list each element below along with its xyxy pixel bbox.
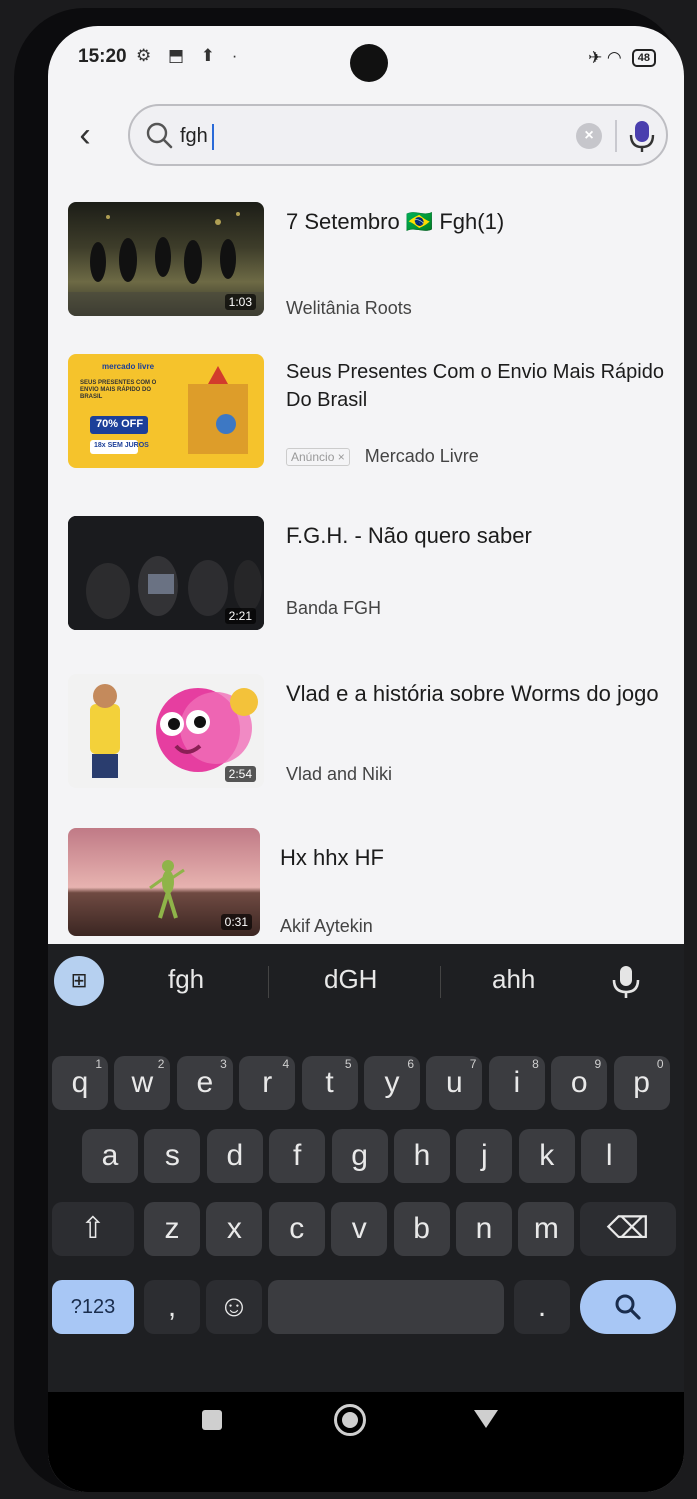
key-hint: 7 — [469, 1057, 477, 1071]
search-submit-key[interactable] — [580, 1280, 676, 1334]
key-m[interactable]: m — [518, 1202, 575, 1256]
recent-apps-icon[interactable] — [202, 1410, 222, 1430]
video-title[interactable]: Hx hhx HF — [280, 842, 660, 873]
channel-name[interactable]: Vlad and Niki — [286, 764, 392, 785]
notification-icons: ⚙ ⬒ ⬆ · — [136, 46, 244, 65]
ad-badge[interactable]: Anúncio × — [286, 448, 350, 467]
channel-name[interactable]: Akif Aytekin — [280, 916, 373, 937]
key-p[interactable]: p0 — [613, 1056, 670, 1110]
search-input[interactable] — [180, 120, 570, 152]
status-time: 15:20 — [78, 46, 127, 67]
key-d[interactable]: d — [206, 1129, 263, 1183]
key-w[interactable]: w2 — [114, 1056, 171, 1110]
emoji-icon[interactable]: ☺ — [206, 1280, 262, 1334]
key-n[interactable]: n — [456, 1202, 512, 1256]
ad-headline: SEUS PRESENTES COM O ENVIO MAIS RÁPIDO D… — [80, 380, 157, 400]
key-hint: 8 — [532, 1057, 539, 1071]
voice-search-icon[interactable] — [626, 118, 658, 154]
battery-icon: 48 — [631, 49, 656, 67]
key-j[interactable]: j — [456, 1129, 513, 1183]
search-icon — [146, 122, 173, 149]
clear-icon[interactable]: × — [576, 123, 602, 149]
key-h[interactable]: h — [394, 1129, 450, 1183]
ad-installments: 18x SEM JUROS — [94, 442, 149, 449]
key-q[interactable]: q1 — [52, 1056, 108, 1110]
status-right: ✈ ◠ 48 — [588, 48, 656, 68]
back-triangle-icon[interactable] — [474, 1410, 498, 1428]
ad-brand: mercado livre — [102, 362, 155, 371]
video-duration: 2:54 — [224, 766, 256, 782]
key-c[interactable]: c — [268, 1202, 325, 1256]
key-i[interactable]: i8 — [488, 1056, 545, 1110]
video-title[interactable]: F.G.H. - Não quero saber — [286, 520, 666, 551]
result-item[interactable]: 1:03 7 Setembro 🇧🇷 Fgh(1) Welitânia Root… — [68, 202, 668, 322]
key-hint: 1 — [95, 1057, 102, 1071]
key-hint: 6 — [407, 1057, 414, 1071]
ad-thumbnail[interactable]: mercado livre SEUS PRESENTES COM O ENVIO… — [68, 354, 264, 468]
video-thumbnail[interactable]: 2:54 — [68, 674, 264, 788]
key-hint: 5 — [344, 1057, 352, 1071]
key-hint: 0 — [656, 1057, 664, 1071]
result-item[interactable]: 2:21 F.G.H. - Não quero saber Banda FGH — [68, 516, 668, 636]
comma-key[interactable]: , — [144, 1280, 200, 1334]
video-thumbnail[interactable]: 1:03 — [68, 202, 264, 316]
key-hint: 9 — [594, 1057, 602, 1071]
ad-advertiser[interactable]: Anúncio × Mercado Livre — [286, 446, 479, 467]
channel-name[interactable]: Banda FGH — [286, 598, 381, 619]
key-v[interactable]: v — [331, 1202, 388, 1256]
result-item[interactable]: 2:54 Vlad e a história sobre Worms do jo… — [68, 674, 668, 794]
ad-thumbnail-image — [90, 366, 248, 454]
channel-name[interactable]: Welitânia Roots — [286, 298, 412, 319]
key-y[interactable]: y6 — [364, 1056, 420, 1110]
home-icon[interactable] — [334, 1404, 366, 1436]
airplane-wifi-icons: ✈ ◠ — [587, 48, 622, 67]
key-r[interactable]: r4 — [239, 1056, 296, 1110]
search-bar[interactable]: × — [128, 104, 668, 166]
key-o[interactable]: o9 — [551, 1056, 608, 1110]
front-camera — [350, 44, 388, 82]
space-key[interactable] — [268, 1280, 504, 1334]
ad-discount: 70% OFF — [96, 418, 144, 430]
screen: 15:20 ⚙ ⬒ ⬆ · ✈ ◠ 48 ‹ × — [48, 26, 684, 1492]
search-divider — [615, 120, 617, 152]
ad-result-item[interactable]: mercado livre SEUS PRESENTES COM O ENVIO… — [68, 354, 668, 474]
shift-key[interactable]: ⇧ — [52, 1202, 134, 1256]
key-x[interactable]: x — [206, 1202, 263, 1256]
key-t[interactable]: t5 — [301, 1056, 358, 1110]
result-item[interactable]: 0:31 Hx hhx HF Akif Aytekin — [68, 828, 668, 948]
video-thumbnail[interactable]: 0:31 — [68, 828, 260, 936]
key-l[interactable]: l — [581, 1129, 638, 1183]
key-e[interactable]: e3 — [176, 1056, 233, 1110]
video-duration: 0:31 — [220, 914, 252, 930]
key-k[interactable]: k — [518, 1129, 575, 1183]
video-title[interactable]: 7 Setembro 🇧🇷 Fgh(1) — [286, 206, 666, 237]
key-z[interactable]: z — [144, 1202, 200, 1256]
navigation-bar — [48, 1392, 684, 1492]
key-s[interactable]: s — [144, 1129, 201, 1183]
period-key[interactable]: . — [514, 1280, 570, 1334]
key-f[interactable]: f — [269, 1129, 326, 1183]
key-a[interactable]: a — [82, 1129, 138, 1183]
symbols-key[interactable]: ?123 — [52, 1280, 134, 1334]
video-title[interactable]: Vlad e a história sobre Worms do jogo — [286, 678, 666, 709]
backspace-key[interactable]: ⌫ — [580, 1202, 676, 1256]
phone-frame: 15:20 ⚙ ⬒ ⬆ · ✈ ◠ 48 ‹ × — [14, 8, 684, 1492]
video-duration: 2:21 — [224, 608, 256, 624]
key-b[interactable]: b — [393, 1202, 450, 1256]
video-thumbnail[interactable]: 2:21 — [68, 516, 264, 630]
advertiser-name[interactable]: Mercado Livre — [365, 446, 479, 466]
key-hint: 4 — [282, 1057, 290, 1071]
back-arrow-icon[interactable]: ‹ — [70, 112, 100, 162]
key-u[interactable]: u7 — [426, 1056, 483, 1110]
key-g[interactable]: g — [331, 1129, 388, 1183]
text-caret — [212, 124, 214, 150]
video-duration: 1:03 — [224, 294, 256, 310]
ad-title[interactable]: Seus Presentes Com o Envio Mais Rápido D… — [286, 358, 666, 414]
status-bar: 15:20 ⚙ ⬒ ⬆ · ✈ ◠ 48 — [48, 26, 684, 88]
search-key-icon — [615, 1294, 641, 1320]
key-hint: 2 — [157, 1057, 165, 1071]
key-hint: 3 — [220, 1057, 227, 1071]
